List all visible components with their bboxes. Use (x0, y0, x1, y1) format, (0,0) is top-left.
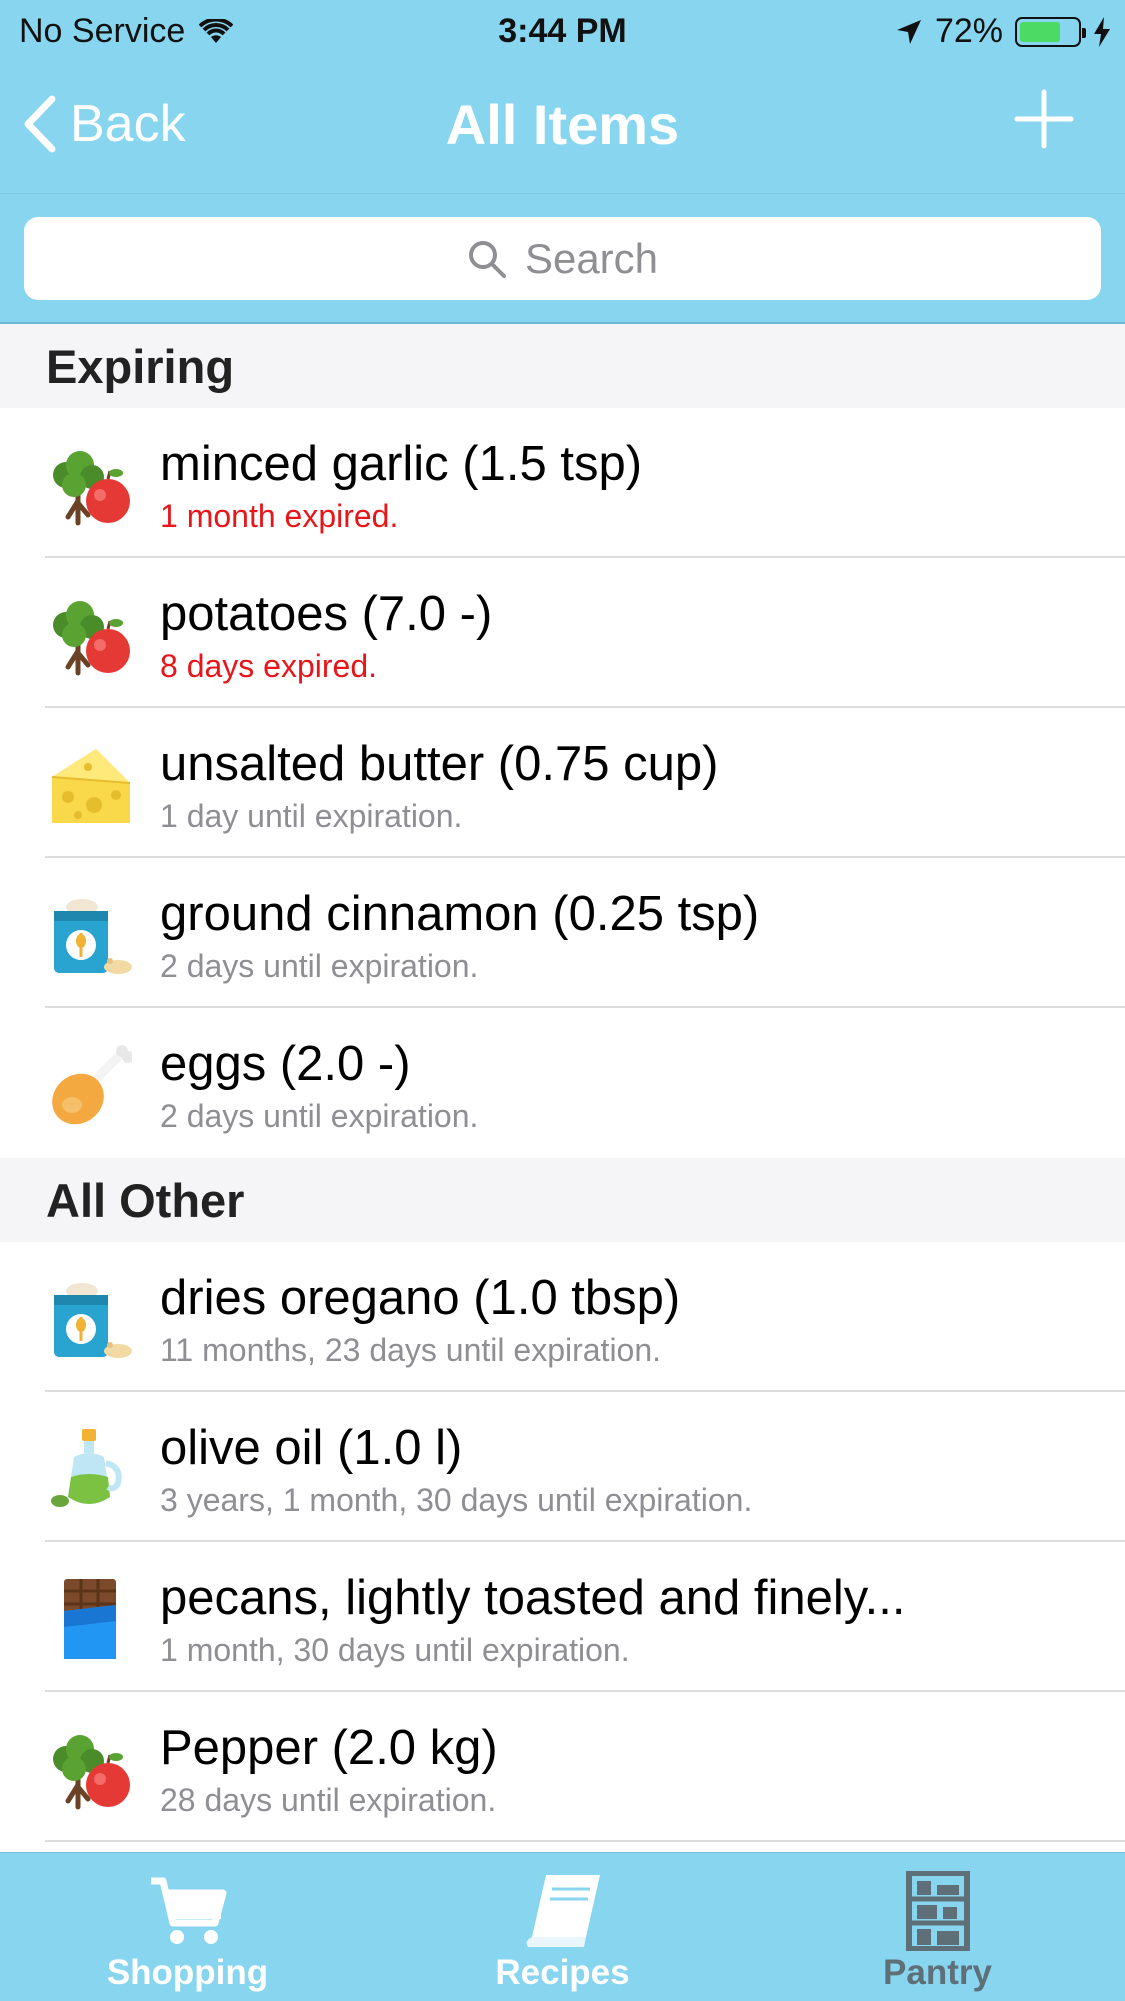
list-item[interactable]: dries oregano (1.0 tbsp) 11 months, 23 d… (0, 1242, 1125, 1392)
battery-icon (1015, 16, 1086, 47)
produce-icon (53, 601, 130, 676)
top-bar: No Service 3:44 PM 72% Back All Items (0, 0, 1125, 193)
list-item[interactable]: olive oil (1.0 l) 3 years, 1 month, 30 d… (0, 1392, 1125, 1542)
location-arrow-icon (896, 19, 921, 44)
produce-icon (53, 451, 130, 526)
row-divider (45, 1840, 1125, 1842)
chocolate-bar-icon (64, 1579, 116, 1659)
flour-bag-icon (54, 1283, 132, 1358)
item-name: eggs (2.0 -) (160, 1037, 411, 1091)
item-expiration: 1 month expired. (160, 498, 399, 534)
item-list: Expiring minced garlic (1.5 tsp) 1 month… (0, 324, 1125, 1842)
item-name: olive oil (1.0 l) (160, 1421, 463, 1475)
list-item[interactable]: potatoes (7.0 -) 8 days expired. (0, 558, 1125, 708)
item-expiration: 8 days expired. (160, 648, 378, 684)
book-icon (526, 1875, 600, 1947)
shelves-icon (905, 1871, 970, 1951)
battery-percent: 72% (934, 12, 1003, 50)
list-item[interactable]: unsalted butter (0.75 cup) 1 day until e… (0, 708, 1125, 858)
item-name: pecans, lightly toasted and finely... (160, 1571, 906, 1625)
tab-label: Pantry (883, 1953, 992, 1992)
tab-recipes[interactable]: Recipes (375, 1853, 750, 2001)
section-header-all-other: All Other (0, 1158, 1125, 1242)
item-expiration: 2 days until expiration. (160, 948, 479, 984)
item-expiration: 1 day until expiration. (160, 798, 463, 834)
list-item[interactable]: ground cinnamon (0.25 tsp) 2 days until … (0, 858, 1125, 1008)
page-title: All Items (445, 93, 680, 156)
search-bar-container: Search (0, 193, 1125, 324)
list-item[interactable]: pecans, lightly toasted and finely... 1 … (0, 1542, 1125, 1692)
item-name: Pepper (2.0 kg) (160, 1721, 498, 1775)
item-name: dries oregano (1.0 tbsp) (160, 1271, 681, 1325)
tab-bar: Shopping Recipes Pantry (0, 1852, 1125, 2001)
chicken-leg-icon (52, 1045, 132, 1125)
list-item[interactable]: minced garlic (1.5 tsp) 1 month expired. (0, 408, 1125, 558)
cheese-icon (51, 749, 131, 823)
search-icon (468, 240, 506, 278)
tab-label: Recipes (495, 1953, 630, 1992)
add-item-button[interactable] (1013, 88, 1075, 150)
tab-label: Shopping (106, 1953, 269, 1992)
navigation-bar: Back All Items (0, 62, 1125, 193)
item-expiration: 11 months, 23 days until expiration. (160, 1332, 662, 1368)
cart-icon (150, 1877, 226, 1944)
list-item[interactable]: Pepper (2.0 kg) 28 days until expiration… (0, 1692, 1125, 1842)
section-header-expiring: Expiring (0, 324, 1125, 408)
item-name: minced garlic (1.5 tsp) (160, 437, 643, 491)
item-expiration: 1 month, 30 days until expiration. (160, 1632, 630, 1668)
search-input[interactable]: Search (24, 217, 1101, 300)
flour-bag-icon (54, 899, 132, 974)
produce-icon (53, 1735, 130, 1810)
tab-shopping[interactable]: Shopping (0, 1853, 375, 2001)
item-expiration: 2 days until expiration. (160, 1098, 479, 1134)
tab-pantry[interactable]: Pantry (750, 1853, 1125, 2001)
status-bar: No Service 3:44 PM 72% (0, 0, 1125, 62)
oil-bottle-icon (51, 1429, 122, 1507)
item-expiration: 3 years, 1 month, 30 days until expirati… (160, 1482, 753, 1518)
search-placeholder: Search (524, 234, 659, 282)
charging-bolt-icon (1094, 16, 1110, 47)
item-name: ground cinnamon (0.25 tsp) (160, 887, 760, 941)
list-item[interactable]: eggs (2.0 -) 2 days until expiration. (0, 1008, 1125, 1158)
item-expiration: 28 days until expiration. (160, 1782, 497, 1818)
item-name: potatoes (7.0 -) (160, 587, 493, 641)
item-name: unsalted butter (0.75 cup) (160, 737, 719, 791)
